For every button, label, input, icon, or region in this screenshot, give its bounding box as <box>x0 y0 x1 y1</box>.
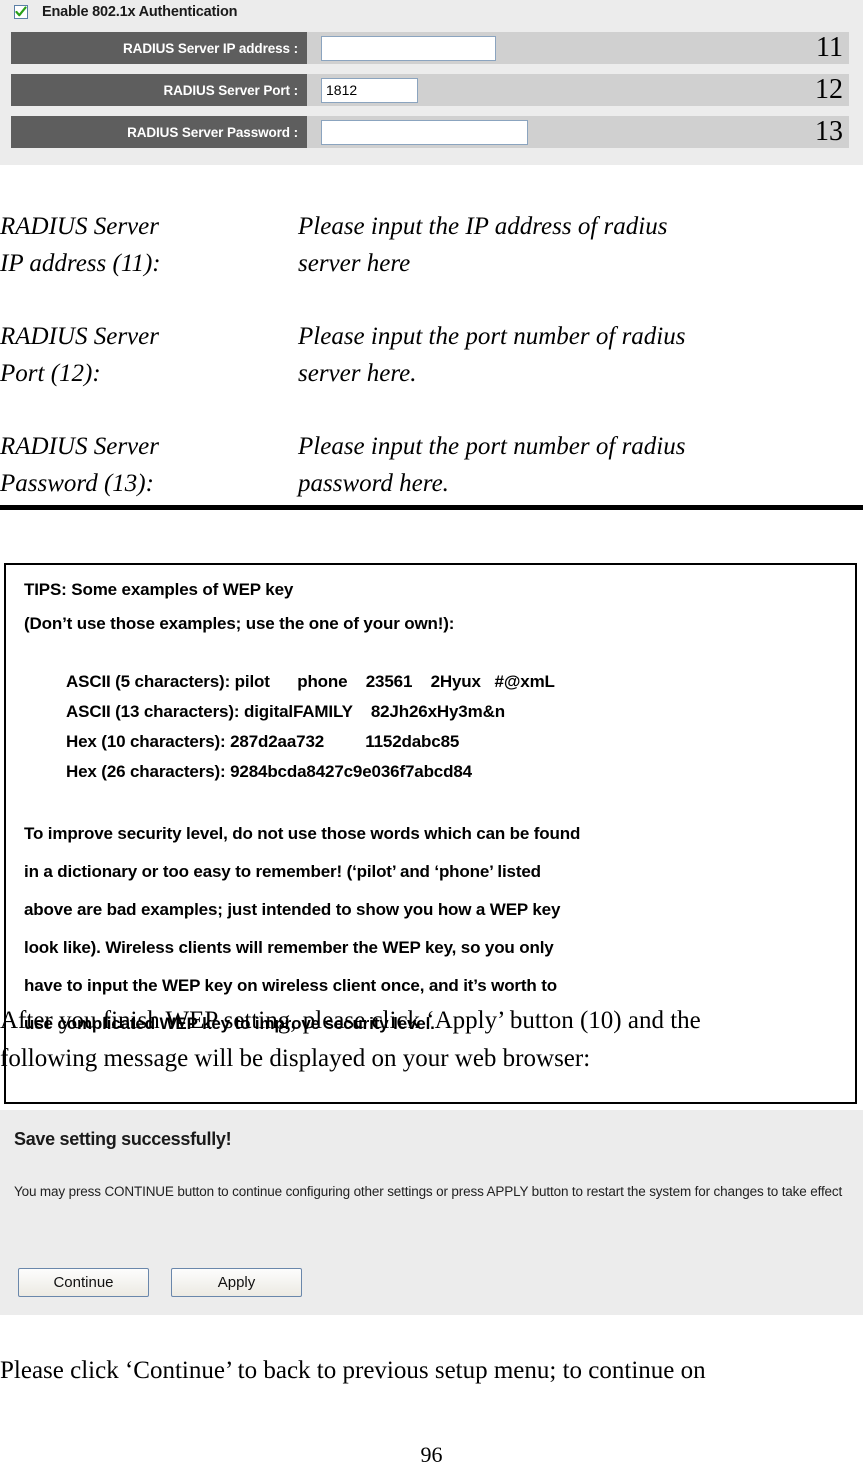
definition-term-line: RADIUS Server <box>0 433 159 460</box>
tips-paragraph-line: in a dictionary or too easy to remember!… <box>24 862 541 881</box>
definition-term-line: IP address (11): <box>0 250 161 277</box>
definition-term-line: RADIUS Server <box>0 213 159 240</box>
definition-description: Please input the IP address of radius se… <box>298 208 863 282</box>
overlay-paragraph-line: following message will be displayed on y… <box>0 1045 591 1072</box>
definition-term-line: RADIUS Server <box>0 323 159 350</box>
definition-row: RADIUS Server IP address (11): Please in… <box>0 208 863 282</box>
callout-number-13: 13 <box>815 116 843 147</box>
save-setting-panel: Save setting successfully! You may press… <box>0 1110 863 1315</box>
definition-desc-line: Please input the port number of radius <box>298 433 686 460</box>
tips-paragraph-line: have to input the WEP key on wireless cl… <box>24 976 557 995</box>
callout-number-11: 11 <box>816 32 843 63</box>
callout-number-12: 12 <box>815 74 843 105</box>
radius-config-panel: Enable 802.1x Authentication RADIUS Serv… <box>0 0 863 165</box>
radius-ip-label: RADIUS Server IP address : <box>11 32 307 64</box>
tips-heading-line-2: (Don’t use those examples; use the one o… <box>24 614 455 633</box>
definition-term: RADIUS Server Password (13): <box>0 428 298 502</box>
page-number: 96 <box>420 1442 443 1467</box>
definition-term-line: Port (12): <box>0 360 101 387</box>
tips-spacer <box>24 641 849 667</box>
definition-desc-line: Please input the IP address of radius <box>298 213 668 240</box>
overlay-instruction-paragraph: After you finish WEP setting, please cli… <box>0 1002 863 1078</box>
save-panel-button-row: Continue Apply <box>18 1268 302 1297</box>
tips-paragraph-line: To improve security level, do not use th… <box>24 824 581 843</box>
tips-example-ascii-5: ASCII (5 characters): pilot phone 23561 … <box>66 672 555 691</box>
definition-desc-line: password here. <box>298 470 449 497</box>
enable-8021x-label: Enable 802.1x Authentication <box>42 4 238 20</box>
radius-password-label: RADIUS Server Password : <box>11 116 307 148</box>
radius-password-input[interactable] <box>321 119 528 145</box>
tips-paragraph-line: above are bad examples; just intended to… <box>24 900 561 919</box>
checkbox-checked-icon[interactable] <box>14 5 28 19</box>
radius-port-row: RADIUS Server Port : 12 <box>11 74 849 106</box>
tips-example-hex-10: Hex (10 characters): 287d2aa732 1152dabc… <box>66 732 460 751</box>
definition-description: Please input the port number of radius p… <box>298 428 863 502</box>
definition-term: RADIUS Server Port (12): <box>0 318 298 392</box>
tips-heading-line-1: TIPS: Some examples of WEP key <box>24 580 294 599</box>
overlay-paragraph-line: After you finish WEP setting, please cli… <box>0 1007 701 1034</box>
definition-desc-line: server here <box>298 250 411 277</box>
continue-button[interactable]: Continue <box>18 1268 149 1297</box>
radius-port-label: RADIUS Server Port : <box>11 74 307 106</box>
definition-term-line: Password (13): <box>0 470 154 497</box>
tips-paragraph-line: look like). Wireless clients will rememb… <box>24 938 554 957</box>
definition-description: Please input the port number of radius s… <box>298 318 863 392</box>
radius-ip-input[interactable] <box>321 35 496 61</box>
definition-desc-line: Please input the port number of radius <box>298 323 686 350</box>
save-panel-message: You may press CONTINUE button to continu… <box>14 1184 843 1199</box>
tips-example-ascii-13: ASCII (13 characters): digitalFAMILY 82J… <box>66 702 505 721</box>
enable-8021x-row[interactable]: Enable 802.1x Authentication <box>14 2 238 22</box>
radius-port-input[interactable] <box>321 77 418 103</box>
definition-row: RADIUS Server Port (12): Please input th… <box>0 318 863 392</box>
definition-row: RADIUS Server Password (13): Please inpu… <box>0 428 863 502</box>
tips-example-hex-26: Hex (26 characters): 9284bcda8427c9e036f… <box>66 762 472 781</box>
horizontal-divider <box>0 505 863 510</box>
definition-term: RADIUS Server IP address (11): <box>0 208 298 282</box>
apply-button[interactable]: Apply <box>171 1268 302 1297</box>
parameter-definition-list: RADIUS Server IP address (11): Please in… <box>0 208 863 538</box>
definition-desc-line: server here. <box>298 360 417 387</box>
radius-password-row: RADIUS Server Password : 13 <box>11 116 849 148</box>
footer-instruction-text: Please click ‘Continue’ to back to previ… <box>0 1357 706 1384</box>
save-panel-title: Save setting successfully! <box>14 1129 232 1149</box>
radius-ip-row: RADIUS Server IP address : 11 <box>11 32 849 64</box>
